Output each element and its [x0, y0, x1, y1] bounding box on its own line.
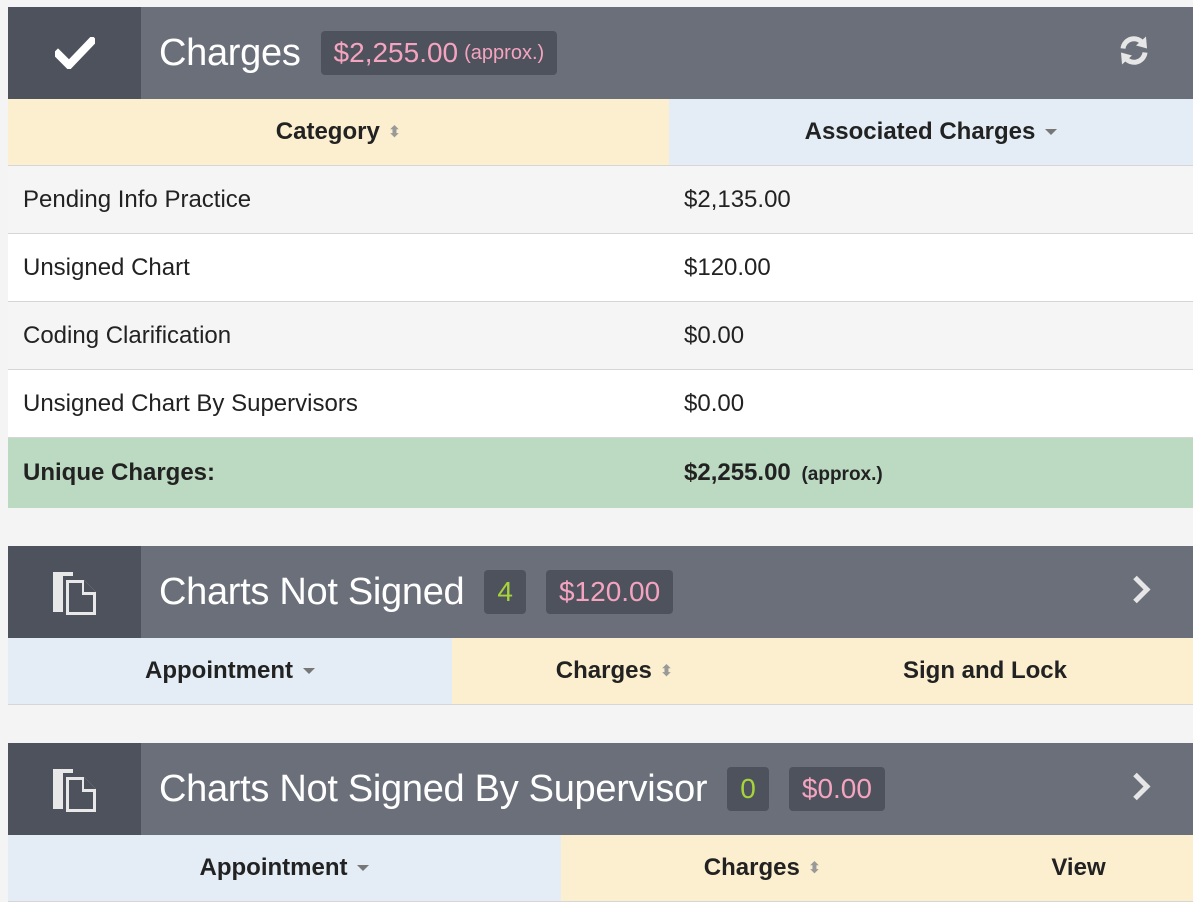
sort-icon: ⬍ [807, 860, 822, 877]
refresh-icon [1117, 34, 1151, 73]
amount-badge: $0.00 [788, 767, 885, 811]
column-category[interactable]: Category ⬍ [8, 99, 669, 165]
charges-title: Charges [159, 31, 301, 74]
caret-down-icon [357, 865, 370, 871]
charts-not-signed-title: Charts Not Signed [159, 570, 465, 613]
expand-button[interactable] [1131, 575, 1151, 610]
charts-not-signed-supervisor-panel: Charts Not Signed By Supervisor 0 $0.00 … [8, 743, 1193, 902]
charges-total-badge: $2,255.00 (approx.) [320, 31, 558, 75]
column-appointment-label: Appointment [199, 854, 348, 881]
amount-cell: $0.00 [684, 321, 745, 349]
column-view[interactable]: View [964, 835, 1193, 901]
category-cell: Pending Info Practice [23, 185, 252, 213]
charges-badge-approx: (approx.) [464, 41, 545, 64]
caret-down-icon [1045, 129, 1058, 135]
column-sign-and-lock[interactable]: Sign and Lock [777, 638, 1193, 704]
table-row: Unsigned Chart By Supervisors $0.00 [8, 370, 1193, 438]
check-icon [8, 7, 141, 99]
charges-badge-amount: $2,255.00 [333, 37, 459, 68]
amount-cell: $120.00 [684, 253, 771, 281]
category-cell: Unsigned Chart [23, 253, 190, 281]
table-row: Pending Info Practice $2,135.00 [8, 166, 1193, 234]
chevron-right-icon [1131, 772, 1151, 807]
total-row: Unique Charges: $2,255.00 (approx.) [8, 438, 1193, 508]
amount-cell: $2,135.00 [684, 185, 791, 213]
total-amount: $2,255.00 [684, 459, 791, 486]
column-charges-label: Charges [703, 854, 800, 881]
charts-not-signed-supervisor-title: Charts Not Signed By Supervisor [159, 767, 708, 810]
category-cell: Coding Clarification [23, 321, 232, 349]
charts-not-signed-table-header: Appointment Charges ⬍ Sign and Lock [8, 638, 1193, 705]
amount-badge: $120.00 [545, 570, 674, 614]
column-associated-charges[interactable]: Associated Charges [669, 99, 1193, 165]
chevron-right-icon [1131, 575, 1151, 610]
charges-panel-header: Charges $2,255.00 (approx.) [8, 7, 1193, 99]
charges-table-body: Pending Info Practice $2,135.00 Unsigned… [8, 166, 1193, 508]
table-row: Unsigned Chart $120.00 [8, 234, 1193, 302]
amount-cell: $0.00 [684, 389, 745, 417]
column-appointment-label: Appointment [145, 657, 293, 684]
documents-icon [8, 546, 141, 638]
documents-icon [8, 743, 141, 835]
column-charges[interactable]: Charges ⬍ [561, 835, 964, 901]
count-badge: 4 [484, 570, 526, 614]
category-cell: Unsigned Chart By Supervisors [23, 389, 358, 417]
charts-not-signed-supervisor-table-header: Appointment Charges ⬍ View [8, 835, 1193, 902]
charges-table-header: Category ⬍ Associated Charges [8, 99, 1193, 166]
total-amount-cell: $2,255.00 (approx.) [669, 459, 1193, 487]
total-approx: (approx.) [801, 464, 883, 485]
refresh-button[interactable] [1117, 34, 1151, 73]
charges-panel: Charges $2,255.00 (approx.) Category ⬍ A… [8, 7, 1193, 508]
sort-icon: ⬍ [387, 124, 402, 141]
expand-button[interactable] [1131, 772, 1151, 807]
column-charges[interactable]: Charges ⬍ [452, 638, 777, 704]
column-sign-and-lock-label: Sign and Lock [902, 657, 1067, 684]
column-category-label: Category [275, 118, 380, 145]
sort-icon: ⬍ [659, 663, 674, 680]
total-label: Unique Charges: [23, 459, 216, 486]
caret-down-icon [302, 668, 315, 674]
column-view-label: View [1051, 854, 1106, 881]
count-badge: 0 [727, 767, 769, 811]
charts-not-signed-supervisor-header[interactable]: Charts Not Signed By Supervisor 0 $0.00 [8, 743, 1193, 835]
column-appointment[interactable]: Appointment [8, 638, 452, 704]
table-row: Coding Clarification $0.00 [8, 302, 1193, 370]
column-appointment[interactable]: Appointment [8, 835, 561, 901]
charts-not-signed-panel: Charts Not Signed 4 $120.00 Appointment … [8, 546, 1193, 705]
charts-not-signed-header[interactable]: Charts Not Signed 4 $120.00 [8, 546, 1193, 638]
column-charges-label: Charges [555, 657, 652, 684]
column-associated-label: Associated Charges [804, 118, 1036, 145]
